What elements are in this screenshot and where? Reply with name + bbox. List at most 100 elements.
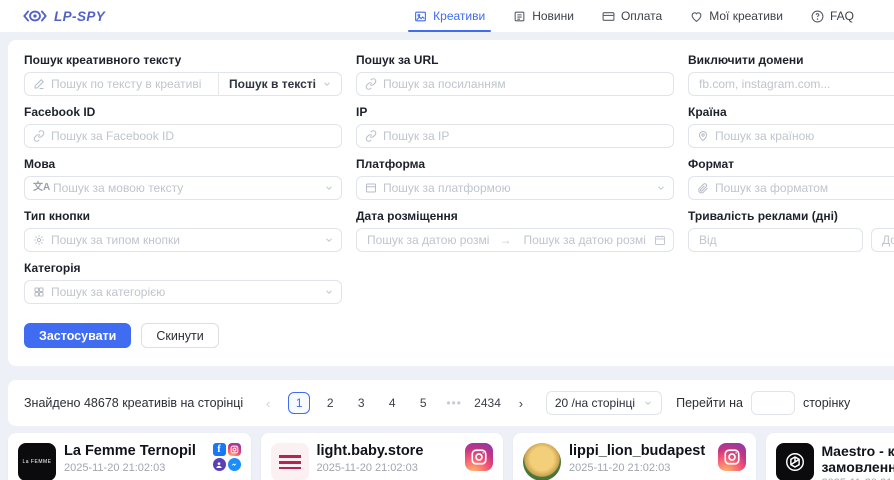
gear-icon xyxy=(33,234,45,246)
calendar-icon xyxy=(654,234,666,246)
page-size-value: 20 /на сторінці xyxy=(555,396,635,410)
ad-duration-to-control xyxy=(871,228,894,252)
creative-card[interactable]: Maestro - кухні, меблі на замовлення в У… xyxy=(766,433,894,480)
page-size-select[interactable]: 20 /на сторінці xyxy=(546,391,662,415)
creative-name: light.baby.store xyxy=(317,443,458,460)
ip-control xyxy=(356,124,674,148)
country-label: Країна xyxy=(688,105,894,119)
category-select[interactable] xyxy=(24,280,342,304)
pagination-ellipsis[interactable]: ••• xyxy=(443,392,465,414)
ad-duration-label: Тривалість реклами (дні) xyxy=(688,209,894,223)
nav-label: Оплата xyxy=(621,9,662,23)
creative-date: 2025-11-20 21:02:03 xyxy=(569,462,710,474)
nav-label: Мої креативи xyxy=(709,9,783,23)
chevron-down-icon xyxy=(643,398,653,408)
button-type-select[interactable] xyxy=(24,228,342,252)
range-arrow-icon: → xyxy=(498,233,514,247)
location-pin-icon xyxy=(697,130,709,142)
country-control xyxy=(688,124,894,148)
avatar xyxy=(776,443,814,480)
creative-card[interactable]: La FEMME La Femme Ternopil 2025-11-20 21… xyxy=(8,433,251,480)
country-input[interactable] xyxy=(689,125,894,147)
format-input[interactable] xyxy=(689,177,894,199)
placement-date-range[interactable]: → xyxy=(356,228,674,252)
page-button-3[interactable]: 3 xyxy=(350,392,372,414)
avatar xyxy=(523,443,561,480)
translate-icon: 文A xyxy=(33,183,50,193)
text-search-mode-value: Пошук в тексті xyxy=(229,77,316,91)
pagination: ‹ 1 2 3 4 5 ••• 2434 › xyxy=(257,392,532,414)
exclude-domains-input[interactable] xyxy=(689,73,894,95)
messenger-icon xyxy=(228,458,241,471)
facebook-id-label: Facebook ID xyxy=(24,105,342,119)
page-button-2[interactable]: 2 xyxy=(319,392,341,414)
placement-date-label: Дата розміщення xyxy=(356,209,674,223)
apply-button[interactable]: Застосувати xyxy=(24,323,131,348)
language-select[interactable]: 文A xyxy=(24,176,342,200)
exclude-domains-control xyxy=(688,72,894,96)
category-input[interactable] xyxy=(25,281,324,303)
language-input[interactable] xyxy=(25,177,324,199)
ad-duration-to-input[interactable] xyxy=(872,229,894,251)
creative-card[interactable]: lippi_lion_budapest 2025-11-20 21:02:03 … xyxy=(513,433,756,480)
nav-label: Новини xyxy=(532,9,574,23)
creative-name: lippi_lion_budapest xyxy=(569,443,710,460)
next-page-icon[interactable]: › xyxy=(510,392,532,414)
link-icon xyxy=(33,130,45,142)
platform-input[interactable] xyxy=(357,177,656,199)
facebook-id-input[interactable] xyxy=(25,125,341,147)
question-circle-icon xyxy=(811,10,824,23)
prev-page-icon[interactable]: ‹ xyxy=(257,392,279,414)
brand-name: LP-SPY xyxy=(54,9,105,24)
creative-date: 2025-11-20 21:02:03 xyxy=(317,462,458,474)
instagram-icon xyxy=(228,443,241,456)
creative-card[interactable]: light.baby.store 2025-11-20 21:02:03 3 d… xyxy=(261,433,504,480)
reset-button[interactable]: Скинути xyxy=(141,323,218,348)
chevron-down-icon xyxy=(322,79,332,89)
window-icon xyxy=(365,182,377,194)
exclude-domains-label: Виключити домени xyxy=(688,53,894,67)
nav-item-payment[interactable]: Оплата xyxy=(602,0,662,32)
page-button-1[interactable]: 1 xyxy=(288,392,310,414)
results-bar: Знайдено 48678 креативів на сторінці ‹ 1… xyxy=(8,380,894,426)
platform-select[interactable] xyxy=(356,176,674,200)
nav-item-my-creatives[interactable]: Мої креативи xyxy=(690,0,783,32)
page-button-last[interactable]: 2434 xyxy=(474,392,501,414)
creative-text-label: Пошук креативного тексту xyxy=(24,53,342,67)
placement-date-to-input[interactable] xyxy=(514,229,655,251)
ip-input[interactable] xyxy=(357,125,673,147)
url-control xyxy=(356,72,674,96)
button-type-input[interactable] xyxy=(25,229,324,251)
creative-date: 2025-11-20 21:02:03 xyxy=(64,462,205,474)
page-button-4[interactable]: 4 xyxy=(381,392,403,414)
nav-item-creatives[interactable]: Креативи xyxy=(414,0,485,32)
chevron-down-icon xyxy=(656,183,666,193)
text-search-mode-select[interactable]: Пошук в тексті xyxy=(218,73,341,95)
filters-panel: Пошук креативного тексту Пошук в тексті … xyxy=(8,40,894,366)
url-input[interactable] xyxy=(357,73,673,95)
ip-label: IP xyxy=(356,105,674,119)
link-icon xyxy=(365,78,377,90)
instagram-icon xyxy=(465,443,493,471)
button-type-label: Тип кнопки xyxy=(24,209,342,223)
pencil-icon xyxy=(33,78,45,90)
avatar: La FEMME xyxy=(18,443,56,480)
nav-label: FAQ xyxy=(830,9,854,23)
avatar xyxy=(271,443,309,480)
ad-duration-from-input[interactable] xyxy=(689,229,862,251)
creative-name: Maestro - кухні, меблі на замовлення в У… xyxy=(822,443,894,475)
brand-logo[interactable]: LP-SPY xyxy=(22,8,105,24)
placement-date-from-input[interactable] xyxy=(357,229,498,251)
page-button-5[interactable]: 5 xyxy=(412,392,434,414)
link-icon xyxy=(365,130,377,142)
chevron-down-icon xyxy=(324,287,334,297)
facebook-id-control xyxy=(24,124,342,148)
nav-label: Креативи xyxy=(433,9,485,23)
creative-text-input[interactable] xyxy=(25,73,218,95)
goto-page-input[interactable] xyxy=(751,391,795,415)
nav-item-faq[interactable]: FAQ xyxy=(811,0,854,32)
paperclip-icon xyxy=(697,182,709,194)
nav-item-news[interactable]: Новини xyxy=(513,0,574,32)
creatives-list: La FEMME La Femme Ternopil 2025-11-20 21… xyxy=(0,433,894,480)
language-label: Мова xyxy=(24,157,342,171)
